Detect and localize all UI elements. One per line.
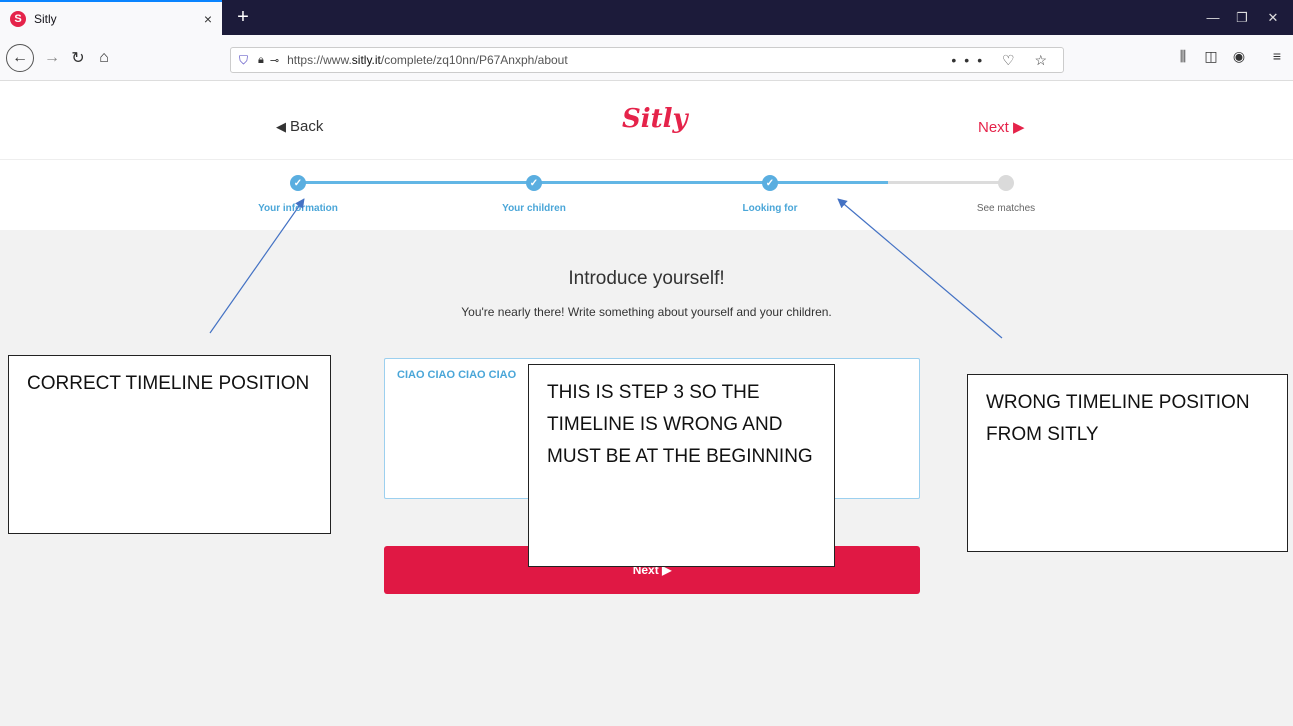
sitly-logo[interactable]: Sitly	[622, 104, 688, 134]
url-text[interactable]: https://www.sitly.it/complete/zq10nn/P67…	[287, 53, 951, 67]
library-icon[interactable]: ⫼	[1172, 48, 1194, 65]
page-actions-icons[interactable]: ••• ♡ ☆	[951, 52, 1055, 69]
check-icon: ✓	[290, 175, 306, 191]
url-prefix: https://www.	[287, 53, 352, 67]
step-label-your-information: Your information	[258, 203, 338, 214]
reload-icon[interactable]: ↻	[64, 44, 92, 72]
close-window-icon[interactable]: ✕	[1253, 0, 1293, 35]
progress-timeline: ✓ ✓ ✓ Your information Your children Loo…	[0, 160, 1293, 230]
back-triangle-icon: ◀	[276, 119, 286, 134]
next-link[interactable]: Next ▶	[978, 118, 1025, 136]
navigation-bar: ← → ↻ ⌂ ⛉ 🔒︎ ⊸ https://www.sitly.it/comp…	[0, 35, 1293, 81]
lock-icon[interactable]: 🔒︎	[258, 54, 264, 67]
browser-tab[interactable]: S Sitly ×	[0, 0, 222, 35]
url-bar[interactable]: ⛉ 🔒︎ ⊸ https://www.sitly.it/complete/zq1…	[230, 47, 1064, 73]
annotation-step-3: THIS IS STEP 3 SO THE TIMELINE IS WRONG …	[528, 364, 835, 567]
step-label-looking-for: Looking for	[742, 203, 798, 214]
new-tab-icon[interactable]: +	[232, 6, 254, 28]
close-tab-icon[interactable]: ×	[204, 11, 212, 27]
timeline-progress	[298, 181, 888, 184]
home-icon[interactable]: ⌂	[90, 44, 118, 72]
forward-arrow-icon[interactable]: →	[38, 44, 66, 72]
next-triangle-icon: ▶	[1013, 119, 1025, 136]
check-icon: ✓	[526, 175, 542, 191]
account-icon[interactable]: ◉	[1228, 48, 1250, 65]
url-path: /complete/zq10nn/P67Anxph/about	[380, 53, 568, 67]
annotation-wrong-position: WRONG TIMELINE POSITION FROM SITLY	[967, 374, 1288, 552]
sidebar-icon[interactable]: ◫	[1200, 48, 1222, 65]
annotation-correct-position: CORRECT TIMELINE POSITION	[8, 355, 331, 534]
page-title: Introduce yourself!	[568, 268, 725, 289]
next-label: Next	[978, 119, 1009, 136]
back-label: Back	[290, 118, 324, 135]
tab-title: Sitly	[34, 11, 57, 26]
check-icon: ✓	[762, 175, 778, 191]
key-icon: ⊸	[269, 54, 280, 67]
shield-icon[interactable]: ⛉	[239, 53, 248, 68]
back-arrow-icon[interactable]: ←	[6, 44, 34, 72]
url-domain: sitly.it	[351, 53, 381, 67]
step-label-your-children: Your children	[502, 203, 566, 214]
back-link[interactable]: ◀ Back	[276, 118, 323, 135]
sitly-favicon-icon: S	[10, 10, 26, 27]
site-header: ◀ Back Sitly Next ▶	[0, 82, 1293, 160]
page-subtitle: You're nearly there! Write something abo…	[461, 305, 832, 319]
step-pending-dot	[998, 175, 1014, 191]
menu-icon[interactable]: ≡	[1266, 48, 1288, 64]
step-label-see-matches: See matches	[976, 203, 1036, 214]
tab-bar: S Sitly × + — ❐ ✕	[0, 0, 1293, 35]
